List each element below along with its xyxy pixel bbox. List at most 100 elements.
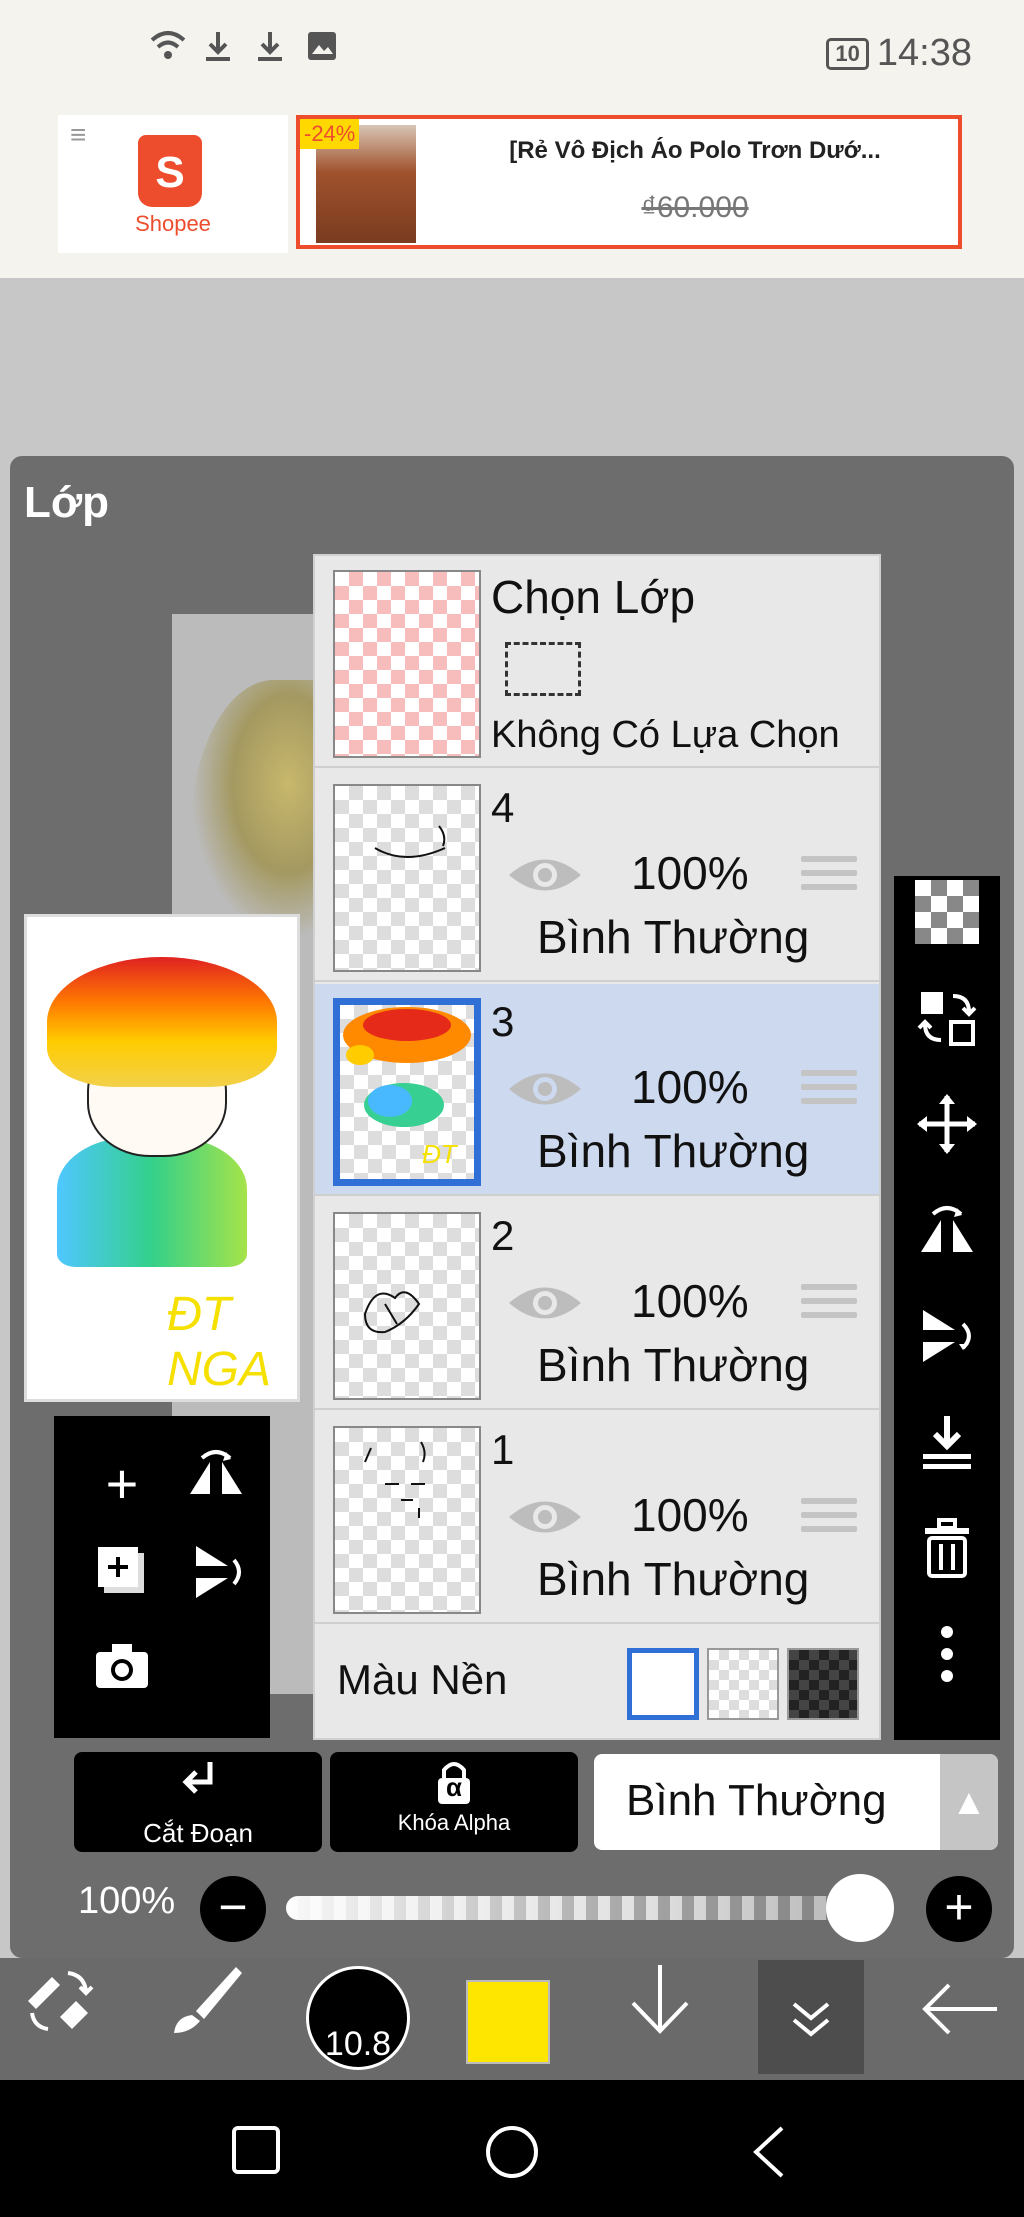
recents-square-icon[interactable] xyxy=(230,2124,282,2176)
trash-icon[interactable] xyxy=(894,1512,1000,1612)
layer-row-2[interactable]: 2 100% Bình Thường xyxy=(315,1198,879,1410)
canvas-preview[interactable]: ĐT NGA xyxy=(24,914,300,1402)
opacity-decrease-button[interactable]: − xyxy=(200,1876,266,1942)
add-layer-icon[interactable]: + xyxy=(82,1444,162,1524)
flip-vertical-icon[interactable] xyxy=(176,1540,256,1620)
layer-row-4[interactable]: 4 100% Bình Thường xyxy=(315,770,879,982)
layer-number: 2 xyxy=(491,1212,515,1259)
opacity-increase-button[interactable]: + xyxy=(926,1876,992,1942)
select-layer-row[interactable]: Chọn Lớp Không Có Lựa Chọn xyxy=(315,556,879,768)
layer-number: 4 xyxy=(491,784,515,831)
layer-thumbnail: ĐT xyxy=(333,998,481,1186)
layer-list: Chọn Lớp Không Có Lựa Chọn 4 100% Bình T… xyxy=(313,554,881,1740)
status-bar: 10 14:38 xyxy=(0,0,1024,110)
wifi-icon xyxy=(150,30,186,62)
back-triangle-icon[interactable] xyxy=(748,2124,800,2178)
opacity-slider-knob[interactable] xyxy=(826,1874,894,1942)
layer-row-3[interactable]: ĐT 3 100% Bình Thường xyxy=(315,984,879,1196)
download-icon-2 xyxy=(254,30,286,62)
add-layer-copy-icon[interactable] xyxy=(82,1540,162,1620)
brush-tool-icon[interactable] xyxy=(166,1958,246,2080)
color-swatch[interactable] xyxy=(466,1980,550,2064)
back-arrow-icon[interactable] xyxy=(914,1958,1004,2080)
home-circle-icon[interactable] xyxy=(484,2124,538,2178)
background-color-row: Màu Nền xyxy=(315,1628,879,1738)
visibility-eye-icon[interactable] xyxy=(505,1066,585,1112)
layer-number: 1 xyxy=(491,1426,515,1473)
layers-button[interactable] xyxy=(758,1960,864,2074)
layer-opacity: 100% xyxy=(631,847,749,899)
layer-blend-mode: Bình Thường xyxy=(537,1339,810,1391)
layer-thumbnail xyxy=(333,784,481,972)
menu-icon: ≡ xyxy=(70,119,87,150)
preview-signature: ĐT NGA xyxy=(167,1288,272,1396)
ad-product-title: [Rẻ Vô Địch Áo Polo Trơn Dướ... xyxy=(509,137,881,164)
character-hair xyxy=(47,957,277,1087)
flip-horizontal-icon[interactable] xyxy=(894,1194,1000,1294)
drag-handle-icon[interactable] xyxy=(801,1070,857,1110)
layer-opacity: 100% xyxy=(631,1275,749,1327)
clip-arrow-icon xyxy=(74,1758,322,1818)
flip-horizontal-icon[interactable] xyxy=(176,1444,256,1524)
opacity-slider-track[interactable] xyxy=(286,1896,886,1920)
bg-dark-option[interactable] xyxy=(787,1648,859,1720)
ad-shopee-logo[interactable]: ≡ S Shopee xyxy=(58,115,288,253)
ad-product-price: ₫60.000 xyxy=(641,191,749,224)
drag-handle-icon[interactable] xyxy=(801,1498,857,1538)
bg-white-option[interactable] xyxy=(627,1648,699,1720)
shopee-brand: Shopee xyxy=(135,211,211,236)
transform-tool-icon[interactable] xyxy=(20,1958,100,2080)
more-vertical-icon[interactable] xyxy=(894,1618,1000,1718)
select-layer-subtitle: Không Có Lựa Chọn xyxy=(491,714,840,756)
opacity-label: 100% xyxy=(78,1880,176,1922)
transparency-checker-icon[interactable] xyxy=(894,876,1000,976)
layer-blend-mode: Bình Thường xyxy=(537,1553,810,1605)
clip-button[interactable]: Cắt Đoạn xyxy=(74,1752,322,1852)
caret-up-icon[interactable]: ▲ xyxy=(940,1754,998,1850)
layer-tool-pad: + xyxy=(54,1416,270,1738)
layer-opacity: 100% xyxy=(631,1489,749,1541)
layer-right-toolbar xyxy=(894,876,1000,1740)
background-color-label: Màu Nền xyxy=(337,1656,508,1703)
selection-thumbnail xyxy=(333,570,481,758)
arrow-down-icon[interactable] xyxy=(620,1958,700,2080)
layer-thumbnail xyxy=(333,1426,481,1614)
flip-vertical-icon[interactable] xyxy=(894,1300,1000,1400)
layer-row-1[interactable]: 1 100% Bình Thường xyxy=(315,1412,879,1624)
alpha-lock-label: Khóa Alpha xyxy=(397,1810,511,1835)
system-nav-bar xyxy=(0,2080,1024,2217)
lock-icon: α xyxy=(330,1758,578,1810)
bg-transparent-option[interactable] xyxy=(707,1648,779,1720)
swap-layer-icon[interactable] xyxy=(894,982,1000,1082)
ad-banner[interactable]: ≡ S Shopee -24% [Rẻ Vô Địch Áo Polo Trơn… xyxy=(0,110,1024,278)
visibility-eye-icon[interactable] xyxy=(505,1494,585,1540)
move-icon[interactable] xyxy=(894,1088,1000,1188)
drag-handle-icon[interactable] xyxy=(801,1284,857,1324)
layer-opacity: 100% xyxy=(631,1061,749,1113)
drag-handle-icon[interactable] xyxy=(801,856,857,896)
ad-product-card[interactable]: -24% [Rẻ Vô Địch Áo Polo Trơn Dướ... ₫60… xyxy=(296,115,962,249)
blend-mode-value: Bình Thường xyxy=(626,1776,887,1825)
layer-blend-mode: Bình Thường xyxy=(537,1125,810,1177)
merge-down-icon[interactable] xyxy=(894,1406,1000,1506)
svg-text:ĐT: ĐT xyxy=(422,1139,459,1169)
image-icon xyxy=(306,30,338,62)
layer-thumbnail xyxy=(333,1212,481,1400)
visibility-eye-icon[interactable] xyxy=(505,852,585,898)
brush-size-indicator[interactable]: 10.8 xyxy=(306,1966,410,2070)
status-icons xyxy=(150,30,338,62)
layer-blend-mode: Bình Thường xyxy=(537,911,810,963)
ad-discount-badge: -24% xyxy=(300,119,360,149)
select-layer-title: Chọn Lớp xyxy=(491,571,696,623)
shopee-bag-icon: S xyxy=(138,135,202,207)
alpha-lock-button[interactable]: α Khóa Alpha xyxy=(330,1752,578,1852)
layer-number: 3 xyxy=(491,998,515,1045)
app-bottom-toolbar: 10.8 xyxy=(0,1958,1024,2080)
status-right: 10 14:38 xyxy=(826,32,972,75)
clock: 14:38 xyxy=(876,32,972,74)
visibility-eye-icon[interactable] xyxy=(505,1280,585,1326)
blend-mode-select[interactable]: Bình Thường ▲ xyxy=(594,1754,998,1850)
download-icon xyxy=(202,30,234,62)
camera-icon[interactable] xyxy=(82,1636,162,1716)
brush-size-value: 10.8 xyxy=(324,2025,392,2063)
